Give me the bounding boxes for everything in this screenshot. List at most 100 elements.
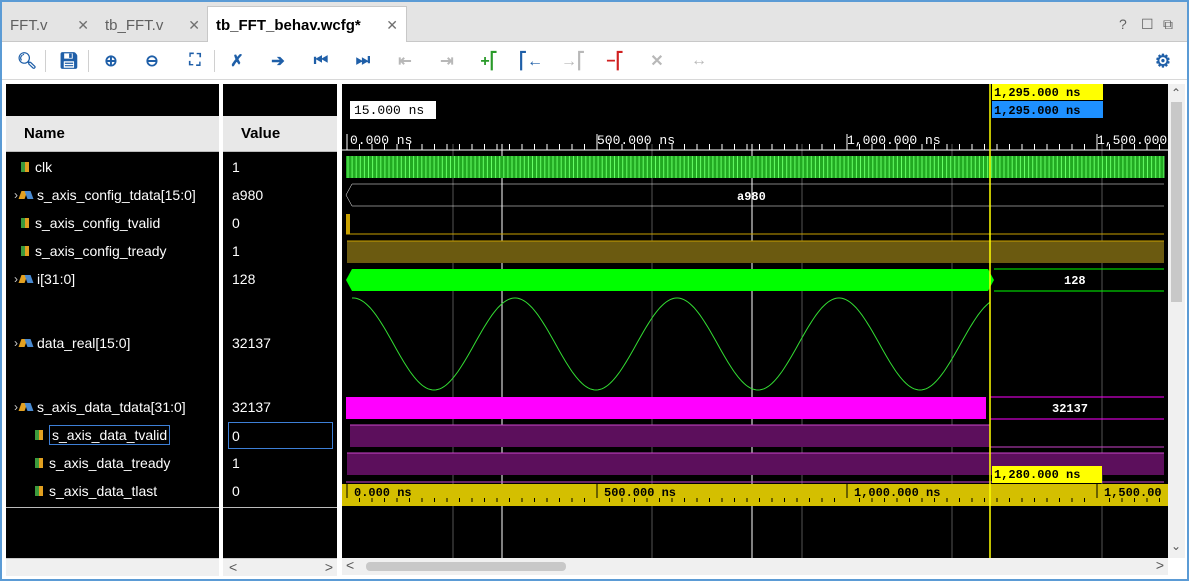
close-icon[interactable]: ✕ [188, 17, 200, 34]
delete-all-markers-icon[interactable]: ✕ [646, 50, 668, 72]
scroll-left-icon[interactable]: < [229, 559, 237, 575]
scroll-right-icon[interactable]: > [325, 559, 333, 575]
signal-value-selected: 0 [228, 422, 333, 449]
expand-chevron-icon[interactable]: › [14, 188, 18, 202]
waveform-canvas[interactable]: 15.000 ns 0.000 ns 500.000 ns 1,000.000 … [342, 84, 1168, 558]
previous-marker-icon[interactable]: ⎡← [519, 50, 543, 72]
ruler-tick-label: 1,000.000 ns [854, 486, 940, 500]
ruler-tick-label: 0.000 ns [350, 133, 412, 148]
tab-tb-fft-behav-wcfg[interactable]: tb_FFT_behav.wcfg* ✕ [207, 6, 407, 43]
signal-name: s_axis_config_tdata[15:0] [37, 187, 196, 203]
value-pane-scrollbar[interactable]: < > [223, 558, 337, 576]
signal-bit-icon [34, 429, 44, 441]
scroll-right-icon[interactable]: > [1156, 557, 1164, 573]
tab-label: tb_FFT_behav.wcfg* [216, 16, 361, 34]
wave-value-label: 128 [1064, 274, 1086, 288]
scroll-down-icon[interactable]: ⌄ [1171, 539, 1181, 553]
gear-icon[interactable]: ⚙ [1152, 50, 1174, 72]
pane-divider [223, 507, 337, 508]
scroll-up-icon[interactable]: ⌃ [1171, 86, 1181, 100]
value-column-header[interactable]: Value [223, 116, 337, 152]
toolbar-separator [214, 50, 215, 72]
zoom-in-icon[interactable]: ⊕ [100, 50, 122, 72]
signal-name: data_real[15:0] [37, 335, 131, 351]
scroll-thumb[interactable] [1171, 102, 1182, 302]
bottom-time-ruler [342, 484, 1168, 506]
zoom-fit-icon[interactable]: ⛶ [184, 50, 206, 72]
wave-config-tready [347, 241, 1164, 263]
go-to-cursor-icon[interactable]: ➔ [267, 50, 289, 72]
signal-row-s-axis-data-tdata[interactable]: › s_axis_data_tdata[31:0] [14, 395, 186, 419]
name-column-header[interactable]: Name [6, 116, 219, 152]
top-time-ruler: 0.000 ns 500.000 ns 1,000.000 ns 1,500.0… [342, 133, 1168, 151]
close-icon[interactable]: ✕ [77, 17, 89, 34]
next-transition-icon[interactable]: ⇥ [436, 50, 458, 72]
previous-transition-icon[interactable]: ⇤ [394, 50, 416, 72]
tab-label: tb_FFT.v [105, 16, 164, 34]
signal-name: clk [35, 159, 53, 175]
signal-row-clk[interactable]: clk [20, 155, 52, 179]
tab-label: FFT.v [10, 16, 48, 34]
signal-value: 1 [232, 243, 240, 259]
save-icon[interactable]: 💾︎ [58, 50, 80, 72]
signal-bit-icon [20, 161, 30, 173]
expand-chevron-icon[interactable]: › [14, 400, 18, 414]
signal-bus-icon [20, 189, 32, 201]
waveform-vertical-scrollbar[interactable]: ⌃ ⌄ [1168, 84, 1185, 558]
wave-tvalid [350, 425, 990, 447]
help-icon[interactable]: ? [1119, 16, 1127, 32]
signal-row-s-axis-config-tdata[interactable]: › s_axis_config_tdata[15:0] [14, 183, 196, 207]
signal-bus-icon [20, 337, 32, 349]
signal-row-s-axis-config-tvalid[interactable]: s_axis_config_tvalid [20, 211, 160, 235]
expand-chevron-icon[interactable]: › [14, 336, 18, 350]
ruler-tick-label: 500.000 ns [604, 486, 676, 500]
marker-time-label: 1,280.000 ns [994, 468, 1080, 482]
ruler-tick-label: 1,000.000 ns [847, 133, 941, 148]
ruler-tick-label: 500.000 ns [597, 133, 675, 148]
signal-row-s-axis-data-tlast[interactable]: s_axis_data_tlast [34, 479, 157, 503]
signal-value-pane: Value [223, 84, 337, 574]
signal-value: 1 [232, 455, 240, 471]
signal-bit-icon [20, 217, 30, 229]
add-marker-icon[interactable]: +⎡ [478, 50, 500, 72]
signal-row-s-axis-config-tready[interactable]: s_axis_config_tready [20, 239, 167, 263]
float-window-icon[interactable]: ⧉ [1163, 16, 1173, 33]
scroll-left-icon[interactable]: < [346, 557, 354, 573]
go-to-start-icon[interactable]: ⏮ [310, 50, 332, 72]
signal-value: 32137 [232, 399, 271, 415]
zoom-out-icon[interactable]: ⊖ [141, 50, 163, 72]
swap-cursors-icon[interactable]: ↔ [688, 50, 710, 72]
signal-row-s-axis-data-tready[interactable]: s_axis_data_tready [34, 451, 170, 475]
signal-name: s_axis_config_tready [35, 243, 167, 259]
scroll-thumb[interactable] [366, 562, 566, 571]
signal-name: s_axis_data_tlast [49, 483, 158, 499]
signal-bit-icon [34, 457, 44, 469]
tab-tb-fft-v[interactable]: tb_FFT.v ✕ [97, 8, 208, 42]
signal-row-i[interactable]: › i[31:0] [14, 267, 75, 291]
expand-chevron-icon[interactable]: › [14, 272, 18, 286]
signal-name: s_axis_data_tready [49, 455, 171, 471]
ruler-tick-label: 1,500.000 [1097, 133, 1167, 148]
next-marker-icon[interactable]: →⎡ [561, 50, 585, 72]
ruler-tick-label: 0.000 ns [354, 486, 412, 500]
cursor-snap-icon[interactable]: ✗ [226, 50, 248, 72]
name-pane-scrollbar[interactable] [6, 558, 219, 576]
restore-icon[interactable]: ☐ [1141, 16, 1154, 33]
delete-marker-icon[interactable]: −⎡ [604, 50, 626, 72]
go-to-end-icon[interactable]: ⏭ [352, 50, 374, 72]
signal-value: 0 [232, 215, 240, 231]
wave-i-bus [346, 269, 994, 291]
wave-tdata-bus [346, 397, 986, 419]
search-icon[interactable]: 🔍︎ [16, 50, 38, 72]
signal-name: s_axis_config_tvalid [35, 215, 161, 231]
signal-row-s-axis-data-tvalid[interactable]: s_axis_data_tvalid [34, 423, 171, 447]
wave-config-tvalid-pulse [346, 214, 350, 234]
signal-value: a980 [232, 187, 264, 203]
waveform-horizontal-scrollbar[interactable]: < > [342, 557, 1168, 575]
toolbar-separator [88, 50, 89, 72]
close-icon[interactable]: ✕ [386, 17, 398, 34]
signal-value: 128 [232, 271, 256, 287]
tab-fft-v[interactable]: FFT.v ✕ [2, 8, 97, 42]
signal-row-data-real[interactable]: › data_real[15:0] [14, 331, 131, 355]
signal-value: 0 [232, 483, 240, 499]
